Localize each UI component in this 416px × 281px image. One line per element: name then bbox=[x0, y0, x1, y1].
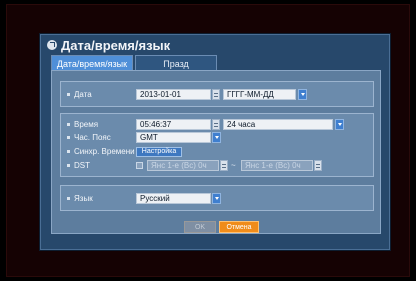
dialog-title: Дата/время/язык bbox=[61, 37, 171, 53]
dst-end-spinner[interactable] bbox=[314, 160, 322, 171]
time-spinner[interactable] bbox=[212, 119, 220, 130]
chevron-down-icon[interactable] bbox=[212, 132, 221, 143]
sync-label: Синхр. Времени bbox=[67, 147, 135, 156]
language-select[interactable]: Русский bbox=[136, 193, 211, 204]
tab-bar: Дата/время/язык Празд bbox=[51, 55, 217, 71]
timezone-select[interactable]: GMT bbox=[136, 132, 211, 143]
language-row: Язык Русский bbox=[61, 192, 373, 205]
date-label: Дата bbox=[67, 90, 92, 99]
dst-separator: ~ bbox=[231, 161, 236, 170]
timezone-label: Час. Пояс bbox=[67, 133, 111, 142]
tab-holiday[interactable]: Празд bbox=[135, 55, 217, 71]
date-group: Дата 2013-01-01 ГГГГ-ММ-ДД bbox=[60, 81, 374, 107]
date-format-select[interactable]: ГГГГ-ММ-ДД bbox=[223, 89, 296, 100]
tab-datetime-language[interactable]: Дата/время/язык bbox=[51, 55, 133, 71]
chevron-down-icon[interactable] bbox=[335, 119, 344, 130]
dst-label: DST bbox=[67, 161, 90, 170]
date-spinner[interactable] bbox=[212, 89, 220, 100]
dst-start-field[interactable]: Янс 1-е (Вс) 0ч bbox=[147, 160, 219, 171]
time-row: Время 05:46:37 24 часа bbox=[61, 118, 373, 131]
screen: Дата/время/язык Дата/время/язык Празд Да… bbox=[0, 0, 416, 281]
settings-panel: Дата 2013-01-01 ГГГГ-ММ-ДД Время 05:46:3… bbox=[51, 70, 381, 234]
time-group: Время 05:46:37 24 часа Час. Пояс GMT Син… bbox=[60, 113, 374, 177]
chevron-down-icon[interactable] bbox=[212, 193, 221, 204]
dst-end-field[interactable]: Янс 1-е (Вс) 0ч bbox=[241, 160, 313, 171]
title-bar: Дата/время/язык bbox=[41, 35, 389, 55]
language-group: Язык Русский bbox=[60, 185, 374, 211]
date-input[interactable]: 2013-01-01 bbox=[136, 89, 211, 100]
chevron-down-icon[interactable] bbox=[298, 89, 307, 100]
dst-row: DST Янс 1-е (Вс) 0ч ~ Янс 1-е (Вс) 0ч bbox=[61, 159, 373, 172]
time-mode-select[interactable]: 24 часа bbox=[223, 119, 333, 130]
gear-icon bbox=[47, 40, 57, 50]
datetime-dialog: Дата/время/язык Дата/время/язык Празд Да… bbox=[40, 34, 390, 250]
ok-button[interactable]: OK bbox=[184, 221, 216, 233]
time-label: Время bbox=[67, 120, 98, 129]
date-row: Дата 2013-01-01 ГГГГ-ММ-ДД bbox=[61, 88, 373, 101]
sync-setup-button[interactable]: Настройка bbox=[136, 146, 182, 157]
time-input[interactable]: 05:46:37 bbox=[136, 119, 211, 130]
language-label: Язык bbox=[67, 194, 93, 203]
dst-checkbox[interactable] bbox=[136, 162, 143, 169]
timezone-row: Час. Пояс GMT bbox=[61, 131, 373, 144]
dst-start-spinner[interactable] bbox=[220, 160, 228, 171]
sync-row: Синхр. Времени Настройка bbox=[61, 145, 373, 158]
cancel-button[interactable]: Отмена bbox=[219, 221, 259, 233]
